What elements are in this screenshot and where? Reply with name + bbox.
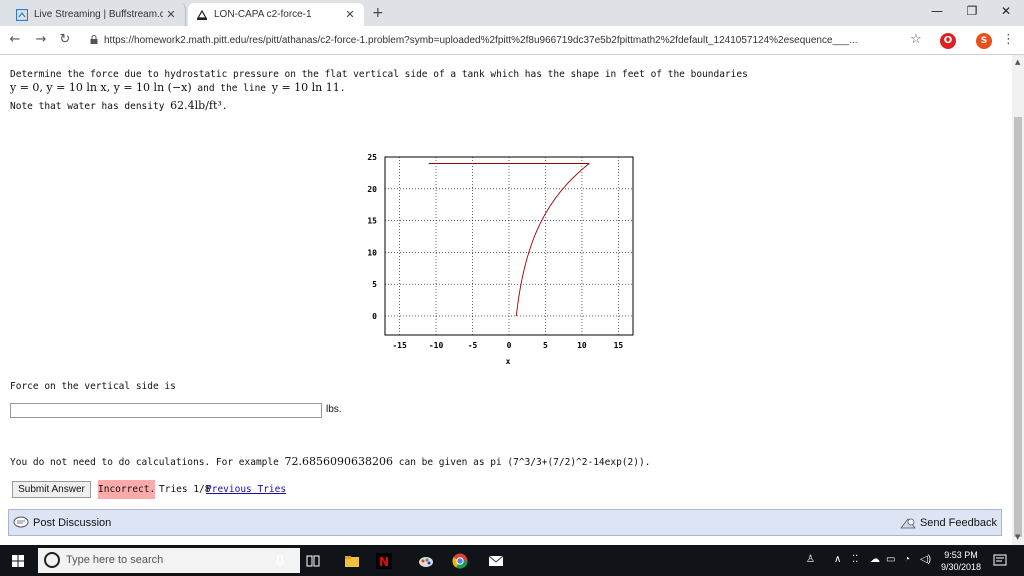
close-tab-icon[interactable]: ✕ bbox=[342, 8, 358, 21]
paint-icon[interactable] bbox=[418, 553, 434, 569]
title-bar: Live Streaming | Buffstream.com ✕ LON-CA… bbox=[0, 0, 1024, 26]
submit-answer-button[interactable]: Submit Answer bbox=[12, 481, 91, 498]
hint-line: You do not need to do calculations. For … bbox=[10, 455, 650, 468]
y-tick-label: 10 bbox=[367, 248, 377, 257]
menu-icon[interactable]: ⋮ bbox=[1002, 32, 1015, 47]
x-tick-label: -10 bbox=[429, 341, 444, 350]
reload-icon[interactable]: ↻ bbox=[56, 32, 74, 47]
problem-line-1: Determine the force due to hydrostatic p… bbox=[10, 69, 748, 80]
send-feedback-label: Send Feedback bbox=[919, 517, 997, 529]
close-tab-icon[interactable]: ✕ bbox=[163, 8, 179, 21]
hint-text: You do not need to do calculations. For … bbox=[10, 457, 285, 468]
problem-text: Note that water has density bbox=[10, 101, 171, 112]
discussion-icon bbox=[13, 516, 29, 528]
hint-number: 72.6856090638206 bbox=[284, 455, 394, 468]
previous-tries-link[interactable]: Previous Tries bbox=[206, 484, 286, 495]
battery-icon[interactable]: ▭ bbox=[886, 554, 895, 565]
loncapa-favicon-icon bbox=[196, 9, 208, 20]
notifications-icon[interactable] bbox=[992, 553, 1008, 569]
tray-expand-icon[interactable]: ∧ bbox=[834, 554, 841, 565]
opera-extension-icon[interactable]: O bbox=[940, 33, 956, 49]
x-tick-label: 10 bbox=[577, 341, 587, 350]
x-axis-label: x bbox=[506, 357, 511, 366]
post-discussion-button[interactable]: Post Discussion bbox=[13, 516, 111, 530]
page-scrollbar[interactable]: ▲ ▼ bbox=[1012, 55, 1024, 545]
task-view-icon[interactable] bbox=[305, 553, 321, 569]
problem-line-2: y = 0, y = 10 ln x, y = 10 ln (−x) and t… bbox=[10, 81, 345, 94]
system-clock[interactable]: 9:53 PM 9/30/2018 bbox=[940, 549, 982, 573]
x-tick-label: 15 bbox=[614, 341, 624, 350]
onedrive-icon[interactable]: ☁ bbox=[870, 554, 880, 565]
y-tick-label: 25 bbox=[367, 153, 377, 162]
x-tick-label: 0 bbox=[507, 341, 512, 350]
windows-start-icon[interactable] bbox=[12, 555, 24, 567]
bookmark-star-icon[interactable]: ☆ bbox=[910, 32, 922, 47]
microphone-icon[interactable] bbox=[272, 553, 288, 569]
water-density: 62.4lb/ft³ bbox=[170, 99, 222, 112]
lock-icon bbox=[90, 35, 98, 44]
forward-icon[interactable]: → bbox=[32, 32, 50, 47]
windows-taskbar: Type here to search N ♙ ∧ ⁚⁚ ☁ ▭ ◔ ◁) 9:… bbox=[0, 545, 1024, 576]
y-tick-label: 5 bbox=[372, 280, 377, 289]
y-tick-label: 15 bbox=[367, 217, 377, 226]
clock-time: 9:53 PM bbox=[944, 550, 978, 560]
answer-unit: lbs. bbox=[326, 404, 342, 415]
post-discussion-label: Post Discussion bbox=[33, 517, 112, 529]
tab-title: LON-CAPA c2-force-1 bbox=[214, 9, 312, 20]
volume-icon[interactable]: ◁) bbox=[920, 554, 931, 565]
s-extension-icon[interactable]: S bbox=[976, 33, 992, 49]
restore-icon[interactable]: ❐ bbox=[956, 4, 988, 18]
discussion-bar: Post Discussion Send Feedback bbox=[8, 509, 1002, 536]
status-badge: Incorrect. bbox=[98, 480, 155, 499]
wifi-icon[interactable]: ◔ bbox=[904, 554, 910, 565]
y-tick-label: 0 bbox=[372, 312, 377, 321]
y-tick-label: 20 bbox=[367, 185, 377, 194]
netflix-icon[interactable]: N bbox=[376, 553, 392, 569]
answer-prompt: Force on the vertical side is bbox=[10, 381, 176, 392]
scroll-up-icon[interactable]: ▲ bbox=[1015, 58, 1020, 66]
new-tab-button[interactable]: + bbox=[372, 5, 384, 21]
problem-text: . bbox=[339, 83, 346, 94]
clock-date: 9/30/2018 bbox=[940, 562, 982, 572]
tab-loncapa[interactable]: LON-CAPA c2-force-1 ✕ bbox=[188, 3, 364, 26]
close-window-icon[interactable]: ✕ bbox=[990, 4, 1022, 18]
force-answer-input[interactable] bbox=[10, 403, 322, 418]
people-icon[interactable]: ♙ bbox=[806, 554, 815, 565]
search-placeholder: Type here to search bbox=[66, 554, 164, 566]
tab-title: Live Streaming | Buffstream.com bbox=[34, 9, 163, 20]
plot-frame bbox=[384, 156, 634, 336]
mail-icon[interactable] bbox=[488, 553, 504, 569]
svg-text:N: N bbox=[379, 555, 389, 569]
buffstream-favicon-icon bbox=[16, 8, 28, 21]
taskbar-search[interactable]: Type here to search bbox=[38, 548, 300, 573]
tries-count: Tries 1/8 bbox=[159, 484, 211, 495]
url-field[interactable]: https://homework2.math.pitt.edu/res/pitt… bbox=[104, 32, 900, 50]
hint-text: can be given as pi (7^3/3+(7/2)^2-14exp(… bbox=[393, 457, 651, 468]
chrome-icon[interactable] bbox=[452, 553, 468, 569]
scroll-thumb[interactable] bbox=[1014, 117, 1022, 537]
scroll-down-icon[interactable]: ▼ bbox=[1015, 533, 1020, 541]
tray-dots-icon[interactable]: ⁚⁚ bbox=[852, 554, 858, 565]
region-plot: -15 -10 -5 0 5 10 15 25 20 15 10 5 0 x bbox=[367, 153, 634, 366]
line-equation: y = 10 ln 11 bbox=[271, 81, 340, 94]
back-icon[interactable]: ← bbox=[6, 32, 24, 47]
problem-text: . bbox=[221, 101, 228, 112]
send-feedback-button[interactable]: Send Feedback bbox=[900, 516, 997, 530]
problem-line-3: Note that water has density 62.4lb/ft³. bbox=[10, 99, 228, 112]
x-tick-label: -15 bbox=[392, 341, 407, 350]
x-tick-label: -5 bbox=[468, 341, 478, 350]
cortana-icon bbox=[44, 552, 60, 568]
tab-buffstream[interactable]: Live Streaming | Buffstream.com ✕ bbox=[8, 3, 186, 26]
problem-text: and the line bbox=[191, 83, 272, 94]
minimize-icon[interactable]: — bbox=[921, 4, 953, 18]
file-explorer-icon[interactable] bbox=[344, 553, 360, 569]
boundary-equations: y = 0, y = 10 ln x, y = 10 ln (−x) bbox=[10, 81, 192, 94]
address-bar: ← → ↻ https://homework2.math.pitt.edu/re… bbox=[0, 26, 1024, 55]
feedback-icon bbox=[900, 518, 916, 529]
x-tick-label: 5 bbox=[543, 341, 548, 350]
